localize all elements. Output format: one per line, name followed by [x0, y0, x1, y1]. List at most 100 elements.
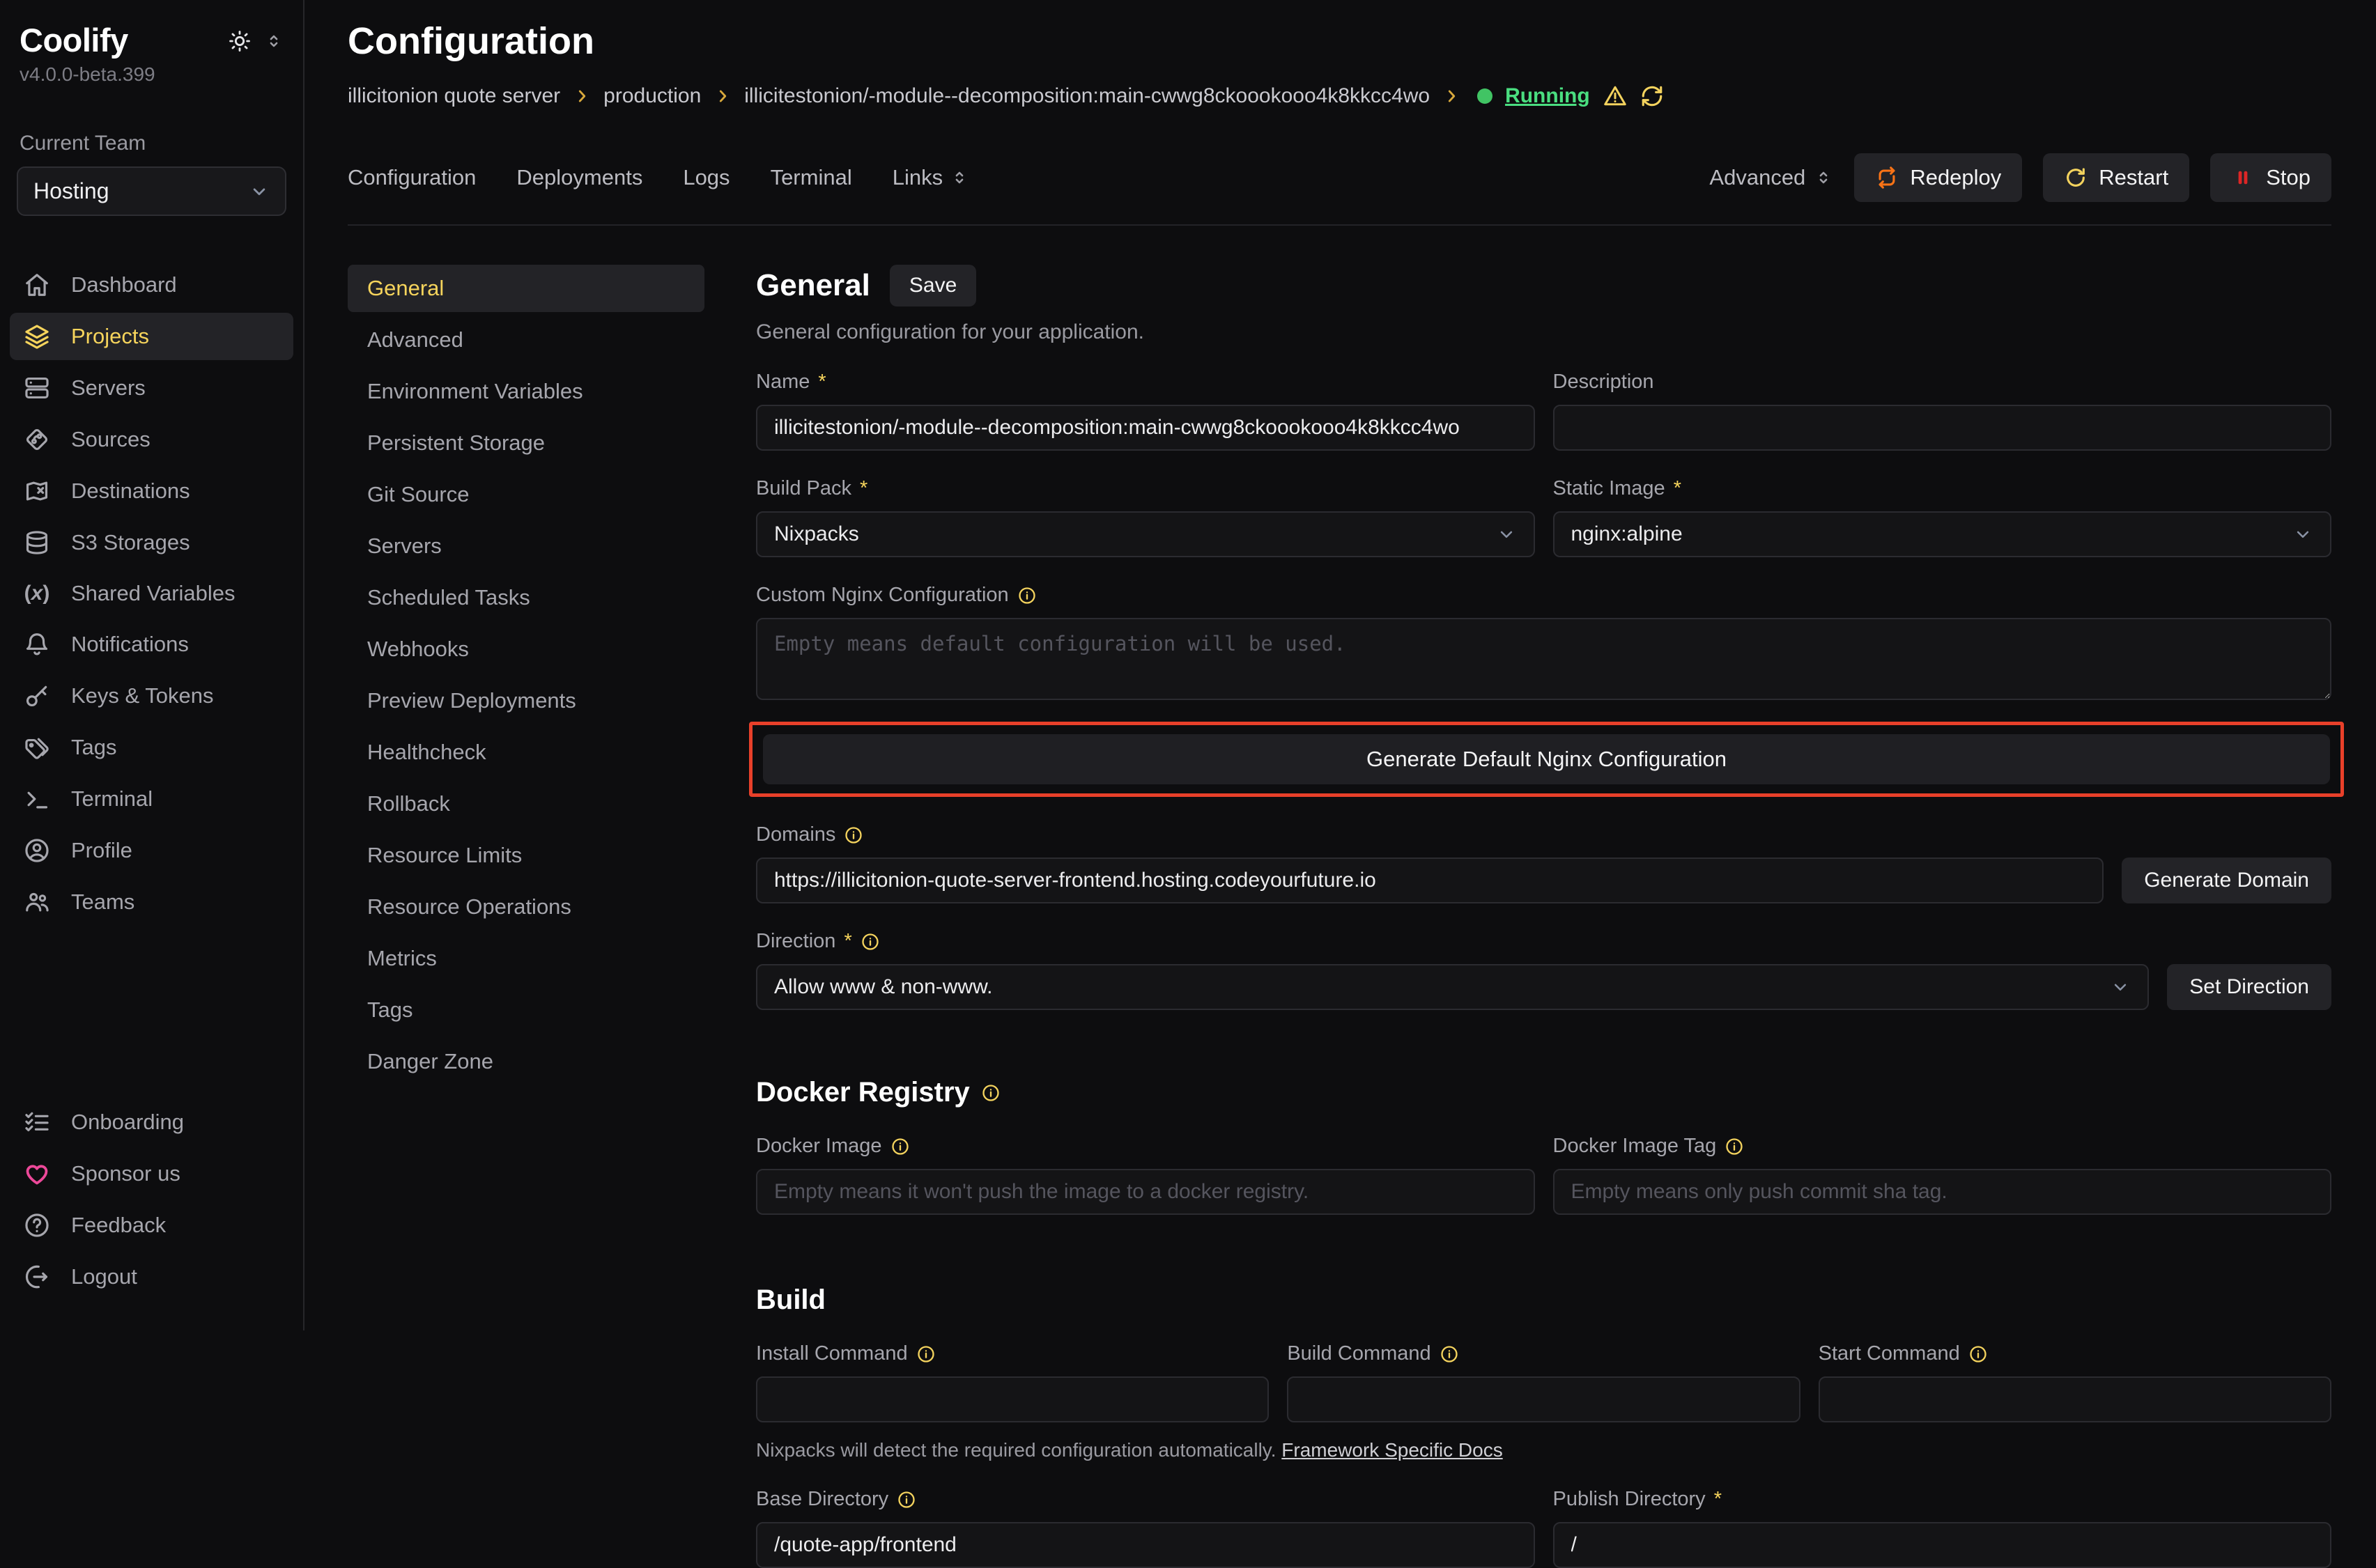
redeploy-button[interactable]: Redeploy [1854, 153, 2022, 202]
build-pack-select[interactable]: Nixpacks [756, 511, 1535, 557]
sidebar-item-s3-storages[interactable]: S3 Storages [10, 519, 293, 566]
subnav-item-resource-limits[interactable]: Resource Limits [348, 832, 704, 879]
sidebar-item-tags[interactable]: Tags [10, 724, 293, 771]
subnav-item-danger-zone[interactable]: Danger Zone [348, 1038, 704, 1085]
info-icon[interactable] [861, 932, 880, 952]
breadcrumb-application[interactable]: illicitestonion/-module--decomposition:m… [744, 84, 1430, 108]
subnav-item-preview-deployments[interactable]: Preview Deployments [348, 677, 704, 724]
static-image-select[interactable]: nginx:alpine [1553, 511, 2332, 557]
team-select[interactable]: Hosting [17, 166, 286, 216]
start-command-label: Start Command [1819, 1342, 2331, 1365]
required-asterisk: * [1674, 477, 1681, 500]
domains-input[interactable] [756, 857, 2104, 903]
sidebar-footer-nav: Onboarding Sponsor us Feedback Logout [17, 1096, 286, 1303]
sidebar-item-projects[interactable]: Projects [10, 313, 293, 360]
chevron-down-icon [2110, 977, 2131, 998]
server-icon [24, 375, 50, 401]
name-input[interactable] [756, 405, 1535, 451]
build-command-input[interactable] [1287, 1376, 1800, 1422]
page-title: Configuration [348, 20, 2331, 63]
sidebar-item-notifications[interactable]: Notifications [10, 621, 293, 668]
install-command-label: Install Command [756, 1342, 1269, 1365]
advanced-dropdown[interactable]: Advanced [1709, 165, 1833, 190]
sidebar-item-servers[interactable]: Servers [10, 364, 293, 412]
publish-directory-input[interactable] [1553, 1522, 2332, 1568]
subnav-item-environment-variables[interactable]: Environment Variables [348, 368, 704, 415]
info-icon[interactable] [1968, 1344, 1988, 1364]
tab-terminal[interactable]: Terminal [771, 165, 852, 190]
app-version: v4.0.0-beta.399 [17, 63, 286, 86]
sidebar-item-destinations[interactable]: Destinations [10, 467, 293, 515]
docker-image-tag-input[interactable] [1553, 1169, 2332, 1215]
subnav-item-git-source[interactable]: Git Source [348, 471, 704, 518]
description-input[interactable] [1553, 405, 2332, 451]
chevron-right-icon [713, 87, 732, 105]
sidebar-item-teams[interactable]: Teams [10, 878, 293, 926]
direction-select[interactable]: Allow www & non-www. [756, 964, 2149, 1010]
subnav-item-tags[interactable]: Tags [348, 986, 704, 1034]
docker-image-input[interactable] [756, 1169, 1535, 1215]
warning-triangle-icon[interactable] [1603, 84, 1628, 109]
restart-button[interactable]: Restart [2043, 153, 2189, 202]
start-command-input[interactable] [1819, 1376, 2331, 1422]
info-icon[interactable] [890, 1137, 910, 1156]
sidebar-item-sponsor-us[interactable]: Sponsor us [10, 1150, 293, 1197]
tab-deployments[interactable]: Deployments [516, 165, 642, 190]
name-label: Name* [756, 371, 1535, 394]
subnav-item-metrics[interactable]: Metrics [348, 935, 704, 982]
sidebar-item-shared-variables[interactable]: (x) Shared Variables [10, 570, 293, 616]
theme-toggle-sun-icon[interactable] [228, 29, 252, 53]
help-circle-icon [24, 1212, 50, 1239]
parentheses-x-icon: (x) [24, 582, 50, 605]
subnav-item-advanced[interactable]: Advanced [348, 316, 704, 364]
theme-switcher-chevrons-icon[interactable] [264, 31, 284, 51]
sidebar-item-keys-tokens[interactable]: Keys & Tokens [10, 672, 293, 720]
build-pack-label: Build Pack* [756, 477, 1535, 500]
subnav-item-servers[interactable]: Servers [348, 522, 704, 570]
subnav-item-general[interactable]: General [348, 265, 704, 312]
generate-nginx-config-button[interactable]: Generate Default Nginx Configuration [763, 734, 2330, 784]
base-directory-input[interactable] [756, 1522, 1535, 1568]
restart-icon [2064, 166, 2088, 189]
info-icon[interactable] [981, 1083, 1001, 1103]
sidebar-item-dashboard[interactable]: Dashboard [10, 261, 293, 309]
subnav-item-scheduled-tasks[interactable]: Scheduled Tasks [348, 574, 704, 621]
stop-button[interactable]: Stop [2210, 153, 2331, 202]
sidebar-item-feedback[interactable]: Feedback [10, 1202, 293, 1249]
users-icon [24, 889, 50, 915]
subnav-item-persistent-storage[interactable]: Persistent Storage [348, 419, 704, 467]
direction-label: Direction* [756, 930, 2331, 953]
bell-icon [24, 631, 50, 658]
subnav-item-resource-operations[interactable]: Resource Operations [348, 883, 704, 931]
nginx-config-textarea[interactable] [756, 618, 2331, 700]
sidebar-item-profile[interactable]: Profile [10, 827, 293, 874]
sidebar-item-sources[interactable]: Sources [10, 416, 293, 463]
heart-icon [24, 1161, 50, 1187]
sidebar-item-logout[interactable]: Logout [10, 1253, 293, 1301]
key-icon [24, 683, 50, 709]
subnav-item-rollback[interactable]: Rollback [348, 780, 704, 828]
save-button[interactable]: Save [890, 265, 976, 306]
subnav-item-healthcheck[interactable]: Healthcheck [348, 729, 704, 776]
info-icon[interactable] [916, 1344, 936, 1364]
framework-docs-link[interactable]: Framework Specific Docs [1281, 1439, 1502, 1461]
info-icon[interactable] [897, 1490, 916, 1509]
tab-links[interactable]: Links [893, 165, 969, 190]
sidebar-item-onboarding[interactable]: Onboarding [10, 1099, 293, 1146]
info-icon[interactable] [844, 825, 863, 845]
chevron-right-icon [573, 87, 591, 105]
info-icon[interactable] [1017, 586, 1037, 605]
status-running-link[interactable]: Running [1505, 84, 1590, 108]
info-icon[interactable] [1440, 1344, 1459, 1364]
subnav-item-webhooks[interactable]: Webhooks [348, 626, 704, 673]
info-icon[interactable] [1725, 1137, 1744, 1156]
tab-logs[interactable]: Logs [683, 165, 730, 190]
tab-configuration[interactable]: Configuration [348, 165, 476, 190]
refresh-icon[interactable] [1640, 84, 1664, 108]
install-command-input[interactable] [756, 1376, 1269, 1422]
sidebar-item-terminal[interactable]: Terminal [10, 775, 293, 823]
generate-domain-button[interactable]: Generate Domain [2122, 857, 2331, 903]
breadcrumb-project[interactable]: illicitonion quote server [348, 84, 560, 108]
set-direction-button[interactable]: Set Direction [2167, 964, 2331, 1010]
breadcrumb-environment[interactable]: production [603, 84, 701, 108]
